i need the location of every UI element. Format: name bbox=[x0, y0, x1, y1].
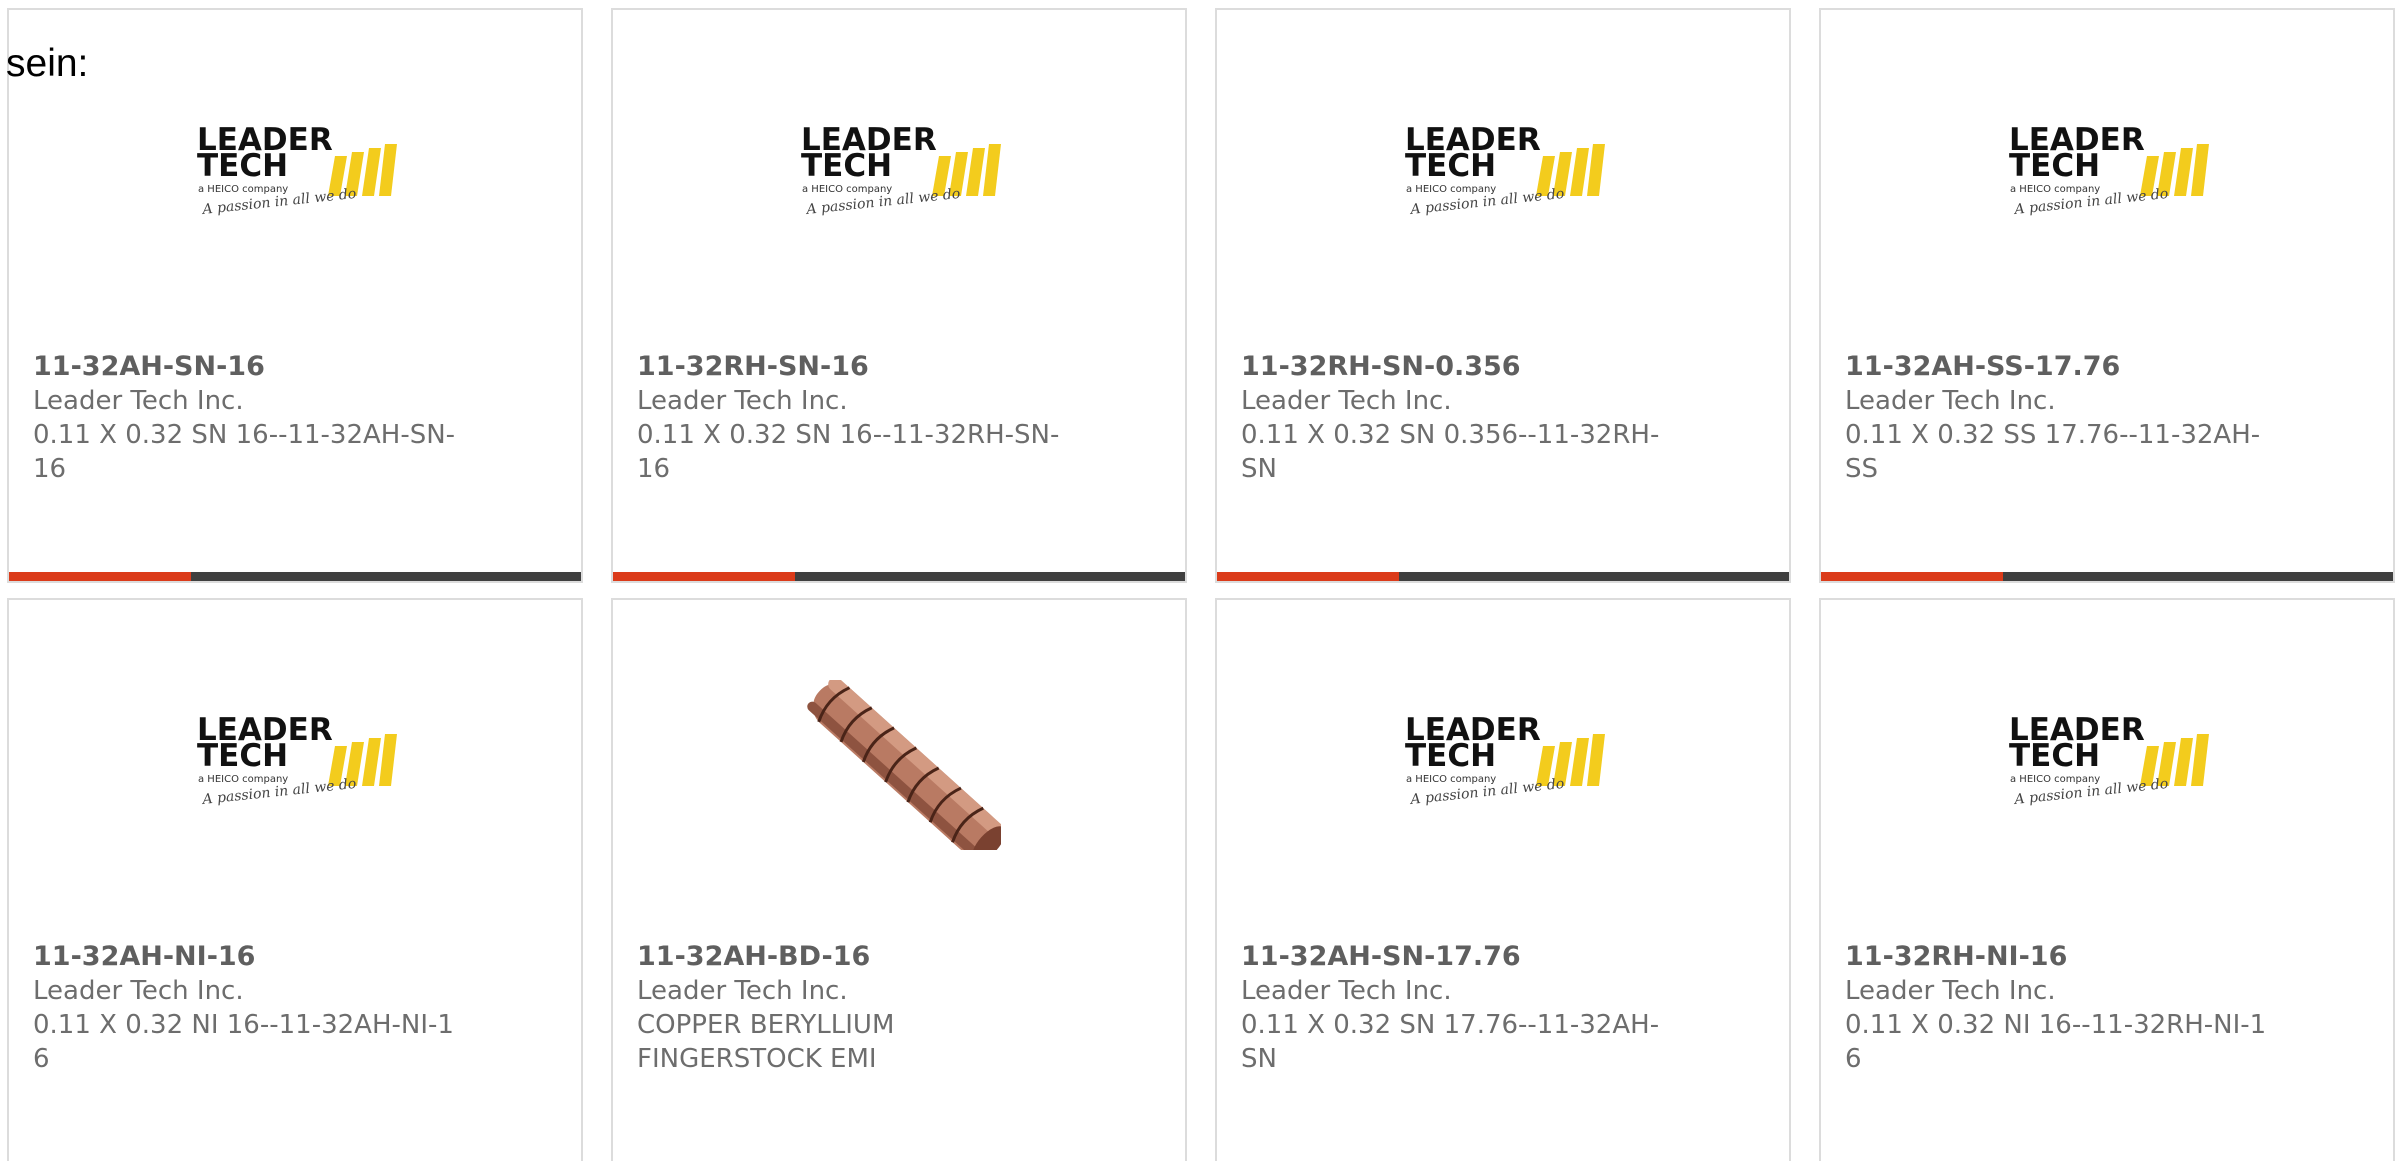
description: 0.11 X 0.32 NI 16--11-32AH-NI-16 bbox=[33, 1010, 454, 1074]
part-number[interactable]: 11-32AH-NI-16 bbox=[33, 940, 483, 974]
product-card[interactable]: LEADER TECH a HEICO company A passion in… bbox=[1215, 8, 1791, 583]
description: 0.11 X 0.32 SN 0.356--11-32RH-SN bbox=[1241, 420, 1660, 484]
logo-company: a HEICO company bbox=[802, 184, 892, 195]
logo-company: a HEICO company bbox=[2010, 184, 2100, 195]
card-bar bbox=[1821, 572, 2393, 581]
intro-text: sein: bbox=[6, 42, 89, 85]
logo-line-2: TECH bbox=[801, 148, 892, 184]
card-bar bbox=[1217, 572, 1789, 581]
product-card[interactable]: LEADER TECH a HEICO company A passion in… bbox=[1819, 598, 2395, 1161]
description: COPPER BERYLLIUM FINGERSTOCK EMI bbox=[637, 1010, 895, 1074]
card-bar-accent bbox=[1217, 572, 1399, 581]
product-card[interactable]: LEADER TECH a HEICO company A passion in… bbox=[7, 8, 583, 583]
description: 0.11 X 0.32 SN 16--11-32RH-SN-16 bbox=[637, 420, 1060, 484]
description: 0.11 X 0.32 SN 17.76--11-32AH-SN bbox=[1241, 1010, 1660, 1074]
leader-tech-logo: LEADER TECH a HEICO company A passion in… bbox=[2009, 122, 2209, 218]
product-grid: LEADER TECH a HEICO company A passion in… bbox=[7, 8, 2400, 1161]
part-number[interactable]: 11-32AH-BD-16 bbox=[637, 940, 1087, 974]
leader-tech-logo: LEADER TECH a HEICO company A passion in… bbox=[801, 122, 1001, 218]
logo-line-2: TECH bbox=[2009, 738, 2100, 774]
manufacturer: Leader Tech Inc. bbox=[1241, 386, 1452, 416]
part-number[interactable]: 11-32RH-NI-16 bbox=[1845, 940, 2295, 974]
leader-tech-logo: LEADER TECH a HEICO company A passion in… bbox=[2009, 712, 2209, 808]
leader-tech-logo: LEADER TECH a HEICO company A passion in… bbox=[1405, 712, 1605, 808]
logo-line-2: TECH bbox=[197, 738, 288, 774]
logo-line-2: TECH bbox=[2009, 148, 2100, 184]
card-bar-accent bbox=[613, 572, 795, 581]
part-number[interactable]: 11-32AH-SN-16 bbox=[33, 350, 483, 384]
logo-line-2: TECH bbox=[197, 148, 288, 184]
manufacturer: Leader Tech Inc. bbox=[33, 976, 244, 1006]
part-number[interactable]: 11-32AH-SN-17.76 bbox=[1241, 940, 1691, 974]
manufacturer: Leader Tech Inc. bbox=[1845, 386, 2056, 416]
part-number[interactable]: 11-32RH-SN-0.356 bbox=[1241, 350, 1691, 384]
manufacturer: Leader Tech Inc. bbox=[637, 386, 848, 416]
logo-line-2: TECH bbox=[1405, 738, 1496, 774]
leader-tech-logo: LEADER TECH a HEICO company A passion in… bbox=[1405, 122, 1605, 218]
product-card[interactable]: LEADER TECH a HEICO company A passion in… bbox=[7, 598, 583, 1161]
logo-company: a HEICO company bbox=[1406, 184, 1496, 195]
logo-company: a HEICO company bbox=[2010, 774, 2100, 785]
logo-company: a HEICO company bbox=[198, 774, 288, 785]
product-card[interactable]: LEADER TECH a HEICO company A passion in… bbox=[611, 8, 1187, 583]
product-card[interactable]: LEADER TECH a HEICO company A passion in… bbox=[1215, 598, 1791, 1161]
card-bar-accent bbox=[1821, 572, 2003, 581]
part-number[interactable]: 11-32AH-SS-17.76 bbox=[1845, 350, 2295, 384]
logo-company: a HEICO company bbox=[198, 184, 288, 195]
manufacturer: Leader Tech Inc. bbox=[33, 386, 244, 416]
manufacturer: Leader Tech Inc. bbox=[1845, 976, 2056, 1006]
description: 0.11 X 0.32 SN 16--11-32AH-SN-16 bbox=[33, 420, 456, 484]
product-card[interactable]: 11-32AH-BD-16 Leader Tech Inc. COPPER BE… bbox=[611, 598, 1187, 1161]
description: 0.11 X 0.32 NI 16--11-32RH-NI-16 bbox=[1845, 1010, 2267, 1074]
leader-tech-logo: LEADER TECH a HEICO company A passion in… bbox=[197, 122, 397, 218]
card-bar-accent bbox=[9, 572, 191, 581]
manufacturer: Leader Tech Inc. bbox=[1241, 976, 1452, 1006]
fingerstock-product-photo bbox=[807, 680, 1001, 850]
card-bar bbox=[613, 572, 1185, 581]
description: 0.11 X 0.32 SS 17.76--11-32AH-SS bbox=[1845, 420, 2261, 484]
product-card[interactable]: LEADER TECH a HEICO company A passion in… bbox=[1819, 8, 2395, 583]
leader-tech-logo: LEADER TECH a HEICO company A passion in… bbox=[197, 712, 397, 808]
logo-line-2: TECH bbox=[1405, 148, 1496, 184]
manufacturer: Leader Tech Inc. bbox=[637, 976, 848, 1006]
logo-company: a HEICO company bbox=[1406, 774, 1496, 785]
part-number[interactable]: 11-32RH-SN-16 bbox=[637, 350, 1087, 384]
card-bar bbox=[9, 572, 581, 581]
